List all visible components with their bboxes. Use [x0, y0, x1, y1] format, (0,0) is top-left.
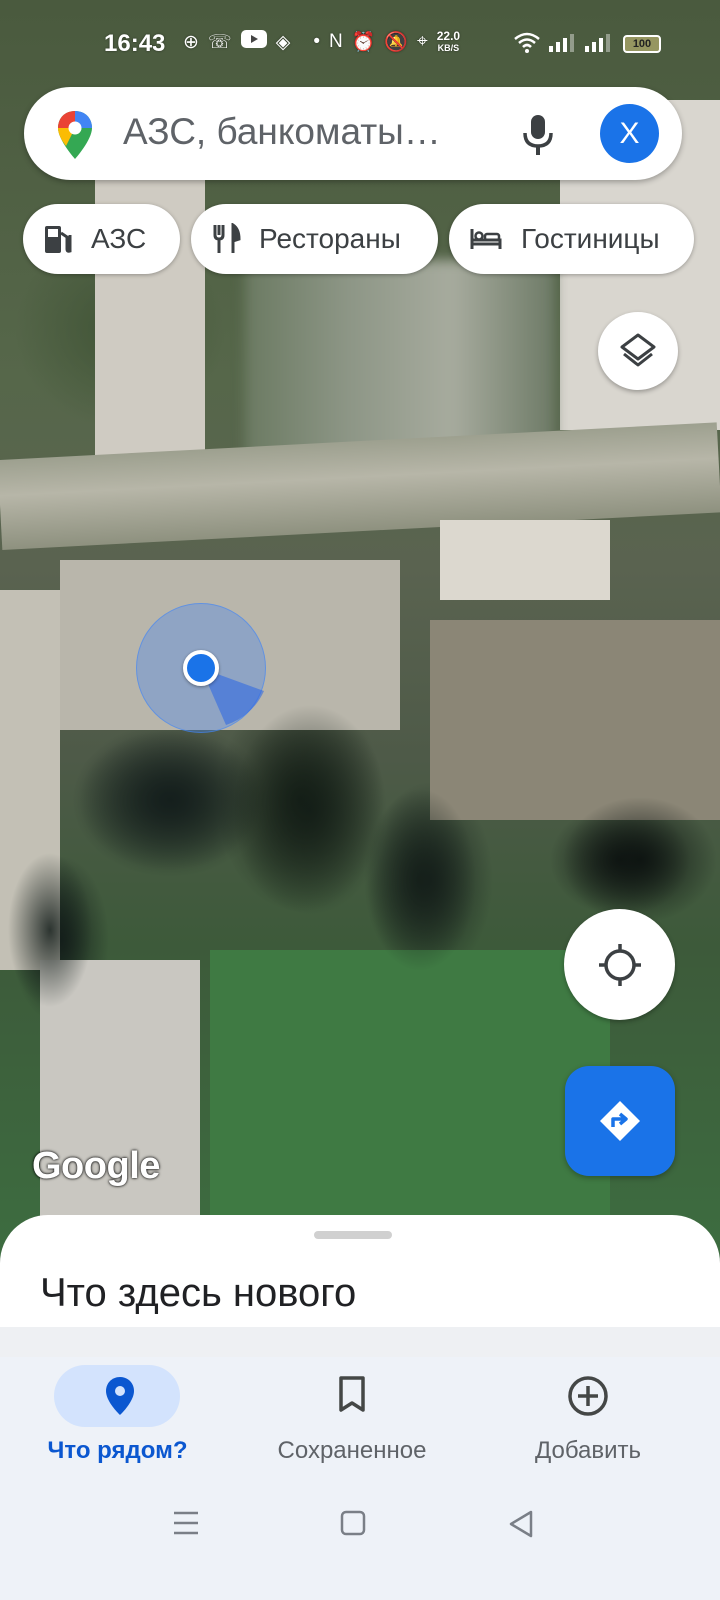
- app-icon: ◈: [275, 31, 291, 53]
- missed-call-icon: ☏: [207, 31, 232, 53]
- chip-hotels[interactable]: Гостиницы: [449, 204, 694, 274]
- signal-icon-2: [585, 34, 610, 52]
- bookmark-icon: [339, 1376, 365, 1412]
- crosshair-icon: [598, 943, 641, 986]
- my-location-dot: [183, 650, 219, 686]
- tab-label: Что рядом?: [47, 1437, 188, 1464]
- my-location-button[interactable]: [564, 909, 675, 1020]
- chip-gas-stations[interactable]: АЗС: [23, 204, 180, 274]
- directions-icon: [600, 1101, 640, 1141]
- net-speed: 22.0 KB/S: [437, 30, 460, 54]
- chip-label: Рестораны: [259, 223, 401, 254]
- status-bar: 16:43 ⊕ ☏ ◈ • Ν ⏰ 🔕 ⌖ 22.0 KB/S 100: [0, 0, 720, 88]
- google-attribution: Google: [32, 1145, 160, 1187]
- search-bar[interactable]: АЗС, банкоматы… Х: [24, 87, 682, 180]
- add-circle-icon: [568, 1376, 608, 1416]
- speed-unit: KB/S: [437, 43, 460, 53]
- menu-icon[interactable]: [172, 1510, 200, 1536]
- place-icon: [106, 1377, 134, 1415]
- signal-icon-1: [549, 34, 574, 52]
- restaurant-icon: [213, 223, 241, 253]
- chip-label: АЗС: [91, 223, 147, 254]
- tab-saved[interactable]: Сохраненное: [232, 1365, 472, 1475]
- explore-bottom-sheet[interactable]: Что здесь нового: [0, 1215, 720, 1345]
- battery-indicator: 100: [623, 35, 661, 53]
- youtube-icon: [240, 30, 267, 54]
- search-placeholder[interactable]: АЗС, банкоматы…: [123, 111, 441, 153]
- wifi-icon: [513, 31, 541, 58]
- home-icon[interactable]: [340, 1510, 366, 1536]
- tab-explore[interactable]: Что рядом?: [0, 1365, 240, 1475]
- clock: 16:43: [104, 30, 166, 57]
- sheet-divider: [0, 1327, 720, 1357]
- tab-label: Сохраненное: [277, 1437, 427, 1464]
- tab-contribute[interactable]: Добавить: [468, 1365, 708, 1475]
- layers-button[interactable]: [598, 312, 678, 390]
- account-avatar[interactable]: Х: [600, 104, 659, 163]
- notification-icons: ⊕ ☏ ◈ • Ν ⏰ 🔕 ⌖ 22.0 KB/S: [183, 30, 460, 54]
- hotel-icon: [470, 229, 502, 249]
- mute-icon: 🔕: [384, 32, 409, 53]
- nfc-icon: Ν: [328, 31, 343, 52]
- location-icon: ⌖: [417, 31, 428, 52]
- chip-label: Гостиницы: [521, 223, 660, 254]
- google-maps-logo-icon: [58, 111, 92, 159]
- chip-restaurants[interactable]: Рестораны: [191, 204, 438, 274]
- speed-value: 22.0: [436, 29, 461, 43]
- add-circle-icon: ⊕: [183, 31, 199, 53]
- directions-button[interactable]: [565, 1066, 675, 1176]
- microphone-icon[interactable]: [518, 113, 558, 157]
- back-icon[interactable]: [508, 1510, 534, 1538]
- sheet-drag-handle[interactable]: [314, 1231, 392, 1239]
- alarm-icon: ⏰: [351, 32, 376, 53]
- dot-icon: •: [313, 31, 320, 52]
- tab-label: Добавить: [534, 1437, 642, 1464]
- layers-icon: [620, 333, 656, 367]
- sheet-title: Что здесь нового: [40, 1271, 357, 1315]
- gas-station-icon: [45, 226, 72, 253]
- system-navigation-bar: [0, 1500, 720, 1600]
